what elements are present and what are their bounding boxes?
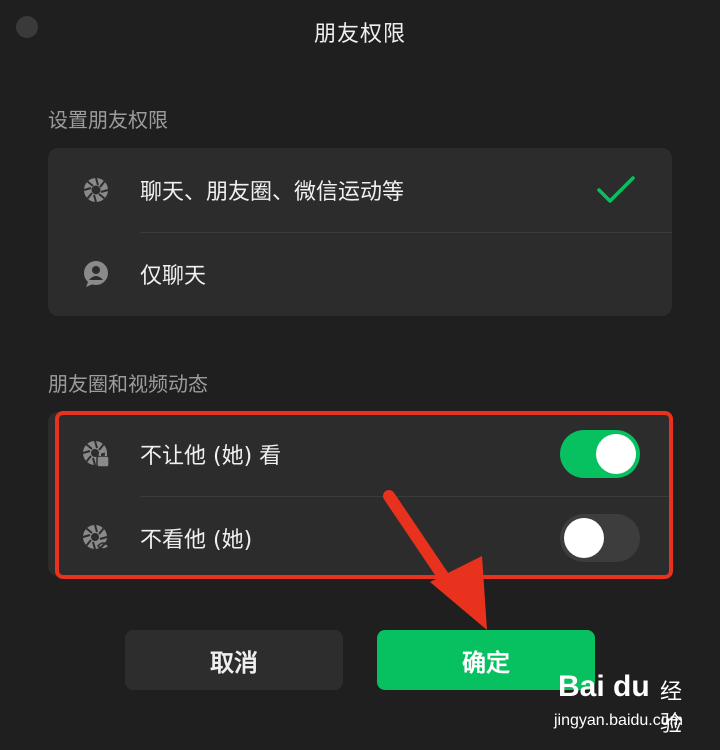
toggle-knob bbox=[596, 434, 636, 474]
hide-their-moments-label: 不看他 (她) bbox=[140, 528, 253, 553]
watermark-url: jingyan.baidu.com bbox=[554, 712, 683, 729]
friend-permission-dialog: 朋友权限 设置朋友权限 聊天、朋友圈、微信运动等 仅聊天 朋友圈和视频动态 不让… bbox=[0, 0, 720, 750]
chat-bubble-icon bbox=[82, 260, 110, 288]
permission-option-label: 仅聊天 bbox=[140, 264, 207, 289]
cancel-button[interactable]: 取消 bbox=[125, 630, 343, 690]
watermark-brand: Bai du bbox=[558, 670, 650, 703]
aperture-hidden-icon bbox=[82, 524, 110, 552]
moments-card: 不让他 (她) 看 不看他 (她) bbox=[48, 412, 672, 576]
permission-option-chat-only[interactable]: 仅聊天 bbox=[48, 232, 672, 316]
hide-my-moments-label: 不让他 (她) 看 bbox=[140, 444, 282, 469]
baidu-jingyan-watermark: Bai du 经验 jingyan.baidu.com bbox=[552, 670, 702, 740]
hide-my-moments-toggle[interactable] bbox=[560, 430, 640, 478]
aperture-icon bbox=[82, 176, 110, 204]
permission-option-label: 聊天、朋友圈、微信运动等 bbox=[140, 180, 405, 205]
aperture-lock-icon bbox=[82, 440, 110, 468]
permissions-section-label: 设置朋友权限 bbox=[48, 108, 168, 132]
hide-their-moments-toggle[interactable] bbox=[560, 514, 640, 562]
hide-their-moments-row: 不看他 (她) bbox=[48, 496, 672, 580]
toggle-knob bbox=[564, 518, 604, 558]
checkmark-icon bbox=[597, 176, 635, 203]
permission-option-all[interactable]: 聊天、朋友圈、微信运动等 bbox=[48, 148, 672, 232]
moments-section-label: 朋友圈和视频动态 bbox=[48, 372, 208, 396]
hide-my-moments-row: 不让他 (她) 看 bbox=[48, 412, 672, 496]
permissions-card: 聊天、朋友圈、微信运动等 仅聊天 bbox=[48, 148, 672, 316]
dialog-title: 朋友权限 bbox=[313, 22, 406, 47]
